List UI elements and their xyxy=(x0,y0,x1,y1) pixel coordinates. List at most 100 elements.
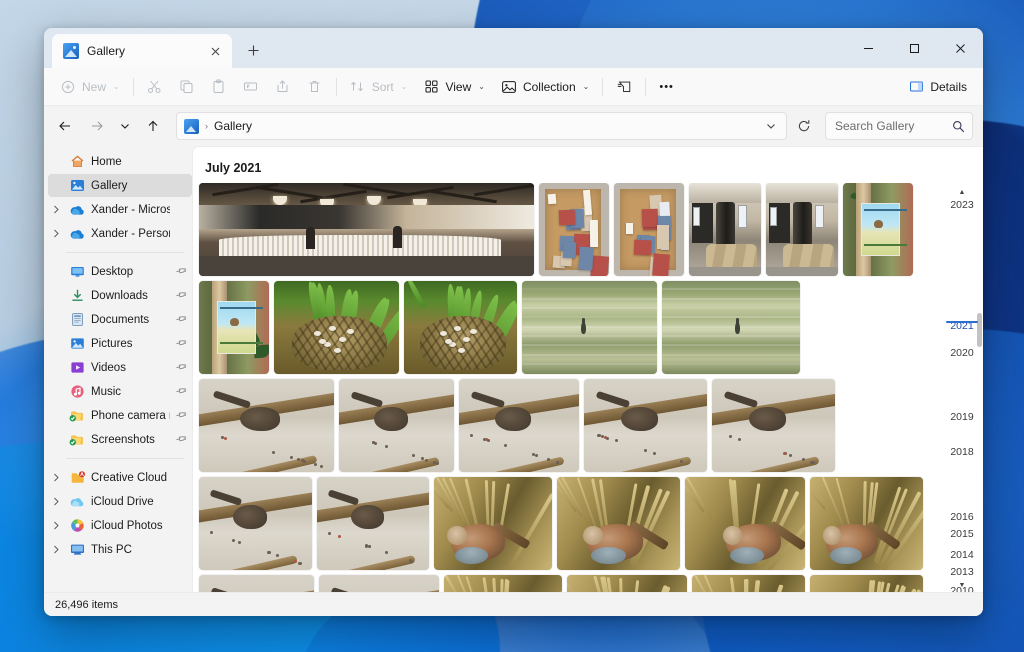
sidebar-item-xander-microsoft[interactable]: Xander - Microsoft xyxy=(48,198,192,221)
gallery-thumbnail[interactable] xyxy=(459,379,579,472)
pin-icon[interactable] xyxy=(174,407,191,424)
pin-icon[interactable] xyxy=(174,383,191,400)
gallery-thumbnail[interactable] xyxy=(434,477,552,570)
forward-button[interactable] xyxy=(82,112,112,140)
gallery-thumbnail[interactable] xyxy=(444,575,562,592)
new-tab-button[interactable] xyxy=(238,35,268,65)
year-marker[interactable]: 2019 xyxy=(941,411,983,423)
year-marker[interactable]: 2018 xyxy=(941,446,983,458)
year-scroll-rail[interactable]: ▲ ▼ 202320212020201920182016201520142013… xyxy=(941,183,983,592)
sidebar-item-videos[interactable]: Videos xyxy=(48,356,192,379)
address-dropdown-button[interactable] xyxy=(760,114,782,138)
pin-icon[interactable] xyxy=(174,287,191,304)
gallery-thumbnail[interactable] xyxy=(404,281,517,374)
gallery-thumbnail[interactable] xyxy=(712,379,835,472)
up-button[interactable] xyxy=(138,112,168,140)
sidebar-item-xander-personal[interactable]: Xander - Personal xyxy=(48,222,192,245)
new-button[interactable]: New ⌄ xyxy=(52,73,128,101)
sidebar-item-documents[interactable]: Documents xyxy=(48,308,192,331)
gallery-thumbnail[interactable] xyxy=(843,183,913,276)
gallery-thumbnail[interactable] xyxy=(584,379,707,472)
filter-button[interactable] xyxy=(608,73,640,101)
gallery-thumbnail[interactable] xyxy=(317,477,429,570)
gallery-thumbnail[interactable] xyxy=(199,575,314,592)
paste-button[interactable] xyxy=(203,73,235,101)
recent-locations-button[interactable] xyxy=(114,112,136,140)
navigation-pane[interactable]: HomeGalleryXander - MicrosoftXander - Pe… xyxy=(44,146,192,592)
minimize-button[interactable] xyxy=(845,28,891,68)
scroll-up-arrow[interactable]: ▲ xyxy=(959,189,966,197)
pin-icon[interactable] xyxy=(174,311,191,328)
gallery-grid[interactable] xyxy=(193,183,941,592)
pin-icon[interactable] xyxy=(174,431,191,448)
gallery-thumbnail[interactable] xyxy=(557,477,680,570)
gallery-thumbnail[interactable] xyxy=(199,477,312,570)
refresh-button[interactable] xyxy=(791,112,817,140)
sort-button[interactable]: Sort ⌄ xyxy=(342,73,416,101)
year-marker[interactable]: 2020 xyxy=(941,347,983,359)
gallery-thumbnail[interactable] xyxy=(539,183,609,276)
sidebar-item-phone-camera-rc[interactable]: Phone camera rc xyxy=(48,404,192,427)
back-button[interactable] xyxy=(50,112,80,140)
pin-icon[interactable] xyxy=(174,335,191,352)
year-marker[interactable]: 2014 xyxy=(941,549,983,561)
sidebar-item-icloud-photos[interactable]: iCloud Photos xyxy=(48,514,192,537)
gallery-thumbnail[interactable] xyxy=(522,281,657,374)
sidebar-item-gallery[interactable]: Gallery xyxy=(48,174,192,197)
close-icon[interactable] xyxy=(204,40,226,62)
collection-button[interactable]: Collection ⌄ xyxy=(493,73,597,101)
sidebar-item-creative-cloud-files[interactable]: Creative Cloud Files xyxy=(48,466,192,489)
delete-button[interactable] xyxy=(299,73,331,101)
chevron-right-icon[interactable] xyxy=(50,473,63,482)
gallery-thumbnail[interactable] xyxy=(274,281,399,374)
sidebar-item-home[interactable]: Home xyxy=(48,150,192,173)
gallery-thumbnail[interactable] xyxy=(614,183,684,276)
gallery-thumbnail[interactable] xyxy=(567,575,687,592)
gallery-thumbnail[interactable] xyxy=(319,575,439,592)
tab-gallery[interactable]: Gallery xyxy=(52,34,232,68)
sidebar-item-pictures[interactable]: Pictures xyxy=(48,332,192,355)
gallery-thumbnail[interactable] xyxy=(199,183,534,276)
sidebar-item-desktop[interactable]: Desktop xyxy=(48,260,192,283)
pin-icon[interactable] xyxy=(174,359,191,376)
chevron-right-icon[interactable] xyxy=(50,497,63,506)
sidebar-item-downloads[interactable]: Downloads xyxy=(48,284,192,307)
year-marker[interactable]: 2016 xyxy=(941,511,983,523)
gallery-thumbnail[interactable] xyxy=(766,183,838,276)
close-button[interactable] xyxy=(937,28,983,68)
search-input[interactable] xyxy=(835,119,950,133)
year-marker[interactable]: 2023 xyxy=(941,199,983,211)
gallery-thumbnail[interactable] xyxy=(810,575,923,592)
sidebar-item-icloud-drive[interactable]: iCloud Drive xyxy=(48,490,192,513)
year-marker[interactable]: 2010 xyxy=(941,585,983,592)
rename-button[interactable] xyxy=(235,73,267,101)
gallery-thumbnail[interactable] xyxy=(692,575,805,592)
cut-button[interactable] xyxy=(139,73,171,101)
sidebar-item-this-pc[interactable]: This PC xyxy=(48,538,192,561)
search-box[interactable] xyxy=(825,112,973,140)
year-marker[interactable]: 2013 xyxy=(941,566,983,578)
share-button[interactable] xyxy=(267,73,299,101)
chevron-right-icon[interactable] xyxy=(50,229,63,238)
gallery-thumbnail[interactable] xyxy=(685,477,805,570)
year-marker-current[interactable]: 2021 xyxy=(941,320,983,332)
chevron-right-icon[interactable] xyxy=(50,521,63,530)
gallery-thumbnail[interactable] xyxy=(199,379,334,472)
year-marker[interactable]: 2015 xyxy=(941,528,983,540)
sidebar-item-music[interactable]: Music xyxy=(48,380,192,403)
pin-icon[interactable] xyxy=(174,263,191,280)
chevron-right-icon[interactable] xyxy=(50,205,63,214)
view-button[interactable]: View ⌄ xyxy=(415,73,493,101)
details-pane-button[interactable]: Details xyxy=(900,73,975,101)
gallery-thumbnail[interactable] xyxy=(810,477,923,570)
maximize-button[interactable] xyxy=(891,28,937,68)
gallery-thumbnail[interactable] xyxy=(199,281,269,374)
sidebar-item-screenshots[interactable]: Screenshots xyxy=(48,428,192,451)
chevron-right-icon[interactable] xyxy=(50,545,63,554)
gallery-thumbnail[interactable] xyxy=(339,379,454,472)
more-options-button[interactable]: ••• xyxy=(651,73,682,101)
gallery-thumbnail[interactable] xyxy=(689,183,761,276)
breadcrumb-gallery[interactable]: Gallery xyxy=(214,119,252,133)
address-bar[interactable]: › Gallery xyxy=(176,112,787,140)
gallery-thumbnail[interactable] xyxy=(662,281,800,374)
